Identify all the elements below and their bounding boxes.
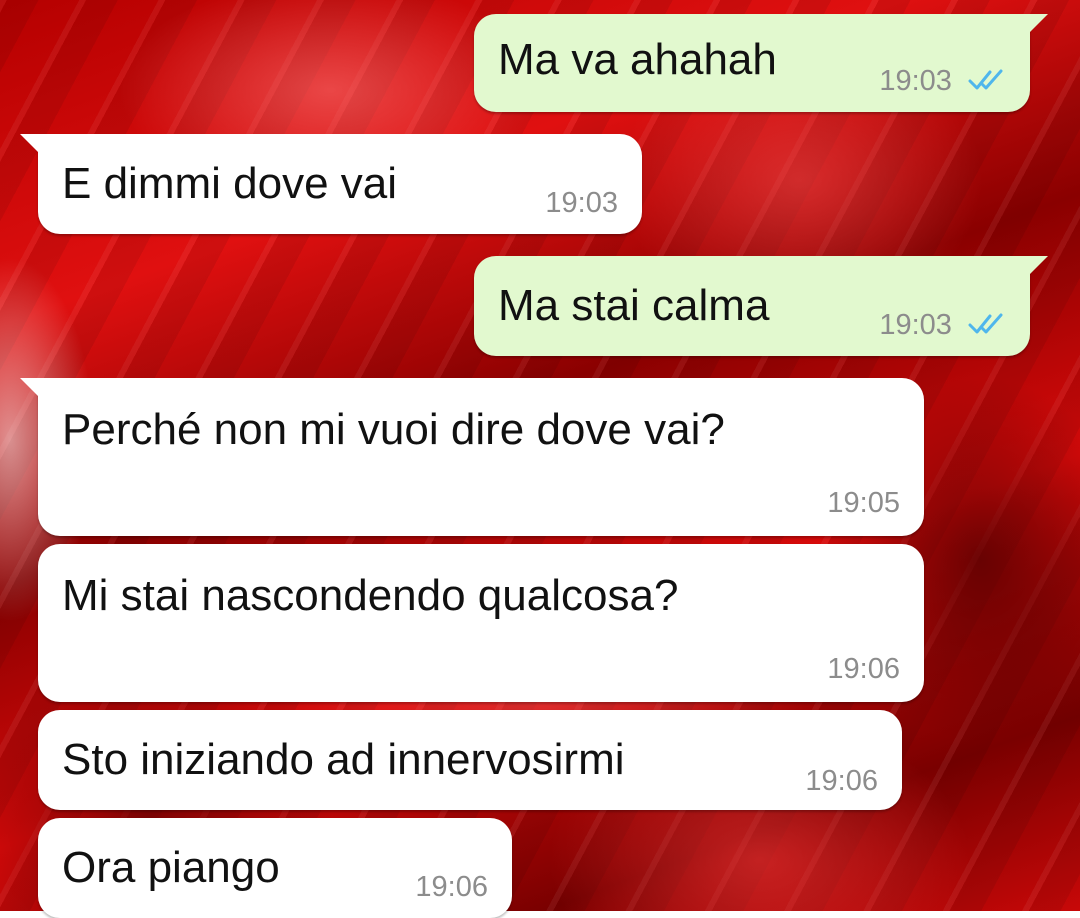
message-time: 19:06 [805, 765, 878, 797]
bubble-tail [1030, 14, 1048, 32]
bubble-tail [20, 378, 38, 396]
message-text: Sto iniziando ad innervosirmi [62, 735, 625, 784]
message-text: Ma va ahahah [498, 35, 777, 84]
message-text: Ora piango [62, 843, 280, 892]
message-bubble-incoming[interactable]: Sto iniziando ad innervosirmi 19:06 [38, 710, 902, 810]
message-time: 19:06 [415, 871, 488, 903]
message-time: 19:06 [827, 653, 900, 685]
bubble-tail [1030, 256, 1048, 274]
message-text: Mi stai nascondendo qualcosa? [62, 571, 679, 620]
message-text: Perché non mi vuoi dire dove vai? [62, 405, 725, 454]
message-bubble-incoming[interactable]: Perché non mi vuoi dire dove vai? 19:05 [20, 378, 924, 536]
message-bubble-incoming[interactable]: Mi stai nascondendo qualcosa? 19:06 [38, 544, 924, 702]
message-timestamp: 19:03 [879, 309, 1008, 342]
message-bubble-outgoing[interactable]: Ma stai calma 19:03 [474, 256, 1048, 356]
message-timestamp: 19:03 [879, 65, 1008, 98]
bubble-tail [20, 134, 38, 152]
message-time: 19:03 [879, 65, 952, 97]
double-check-icon [968, 312, 1008, 336]
message-bubble-incoming[interactable]: Ora piango 19:06 [38, 818, 512, 918]
double-check-icon [968, 68, 1008, 92]
message-time: 19:03 [545, 187, 618, 219]
message-text: E dimmi dove vai [62, 159, 398, 208]
message-bubble-outgoing[interactable]: Ma va ahahah 19:03 [474, 14, 1048, 112]
message-time: 19:05 [827, 487, 900, 519]
message-text: Ma stai calma [498, 281, 770, 330]
message-bubble-incoming[interactable]: E dimmi dove vai 19:03 [20, 134, 642, 234]
message-time: 19:03 [879, 309, 952, 341]
